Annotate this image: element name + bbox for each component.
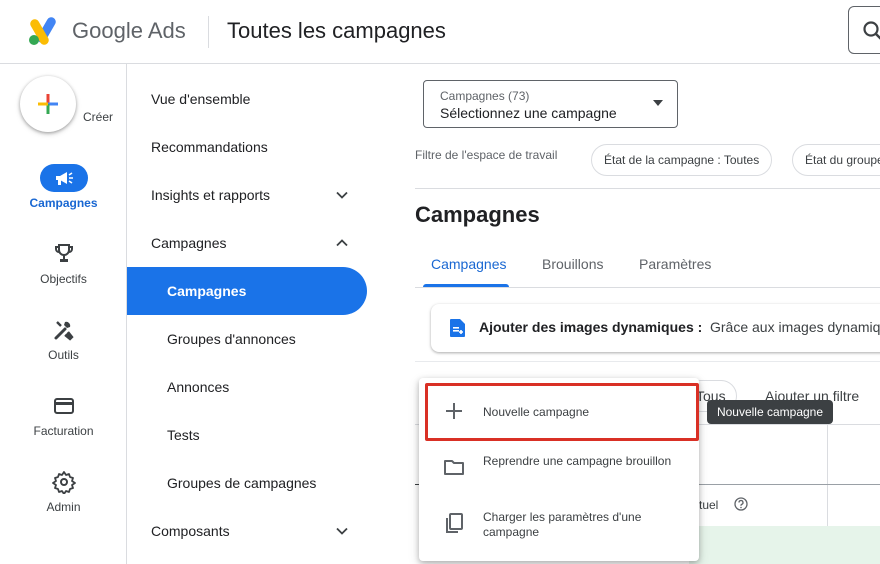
tab-drafts[interactable]: Brouillons (542, 256, 603, 272)
rail-item-campaigns[interactable]: Campagnes (0, 164, 127, 210)
chevron-down-icon (336, 191, 348, 199)
rail-item-label: Admin (46, 500, 81, 514)
google-ads-logo-icon[interactable] (28, 16, 62, 46)
credit-card-icon (53, 398, 74, 414)
create-button[interactable] (20, 76, 76, 132)
tab-campaigns[interactable]: Campagnes (431, 256, 507, 272)
ad-group-status-chip[interactable]: État du groupe (792, 144, 880, 176)
image-add-icon (450, 319, 465, 337)
plus-icon (446, 403, 462, 419)
nav-item-assets[interactable]: Composants (127, 507, 367, 555)
dropdown-arrow-icon (653, 100, 663, 106)
chevron-down-icon (336, 527, 348, 535)
workspace-filter-label: Filtre de l'espace de travail (415, 148, 558, 162)
trophy-icon (54, 244, 73, 262)
nav-item-tests[interactable]: Tests (127, 411, 367, 459)
tab-settings[interactable]: Paramètres (639, 256, 711, 272)
copy-icon (446, 513, 463, 533)
nav-item-ad-groups[interactable]: Groupes d'annonces (127, 315, 367, 363)
search-icon (863, 21, 880, 40)
plus-icon (38, 94, 58, 114)
nav-item-overview[interactable]: Vue d'ensemble (127, 75, 367, 123)
megaphone-icon (55, 172, 73, 185)
section-title: Campagnes (415, 202, 540, 227)
rail-item-tools[interactable]: Outils (0, 316, 127, 362)
gear-icon (51, 471, 76, 494)
folder-icon (444, 460, 464, 475)
rail-item-goals[interactable]: Objectifs (0, 240, 127, 286)
top-app-bar: Google Ads Toutes les campagnes (0, 0, 880, 64)
new-campaign-menu: Nouvelle campagne Reprendre une campagne… (419, 378, 699, 561)
banner-title: Ajouter des images dynamiques : (479, 319, 703, 335)
banner-text: Grâce aux images dynamiques (710, 319, 880, 335)
campaign-count: Campagnes (73) (440, 89, 530, 103)
page-title: Toutes les campagnes (227, 18, 446, 43)
divider (415, 188, 880, 189)
campaign-status-chip[interactable]: État de la campagne : Toutes (591, 144, 773, 176)
header-divider (208, 16, 209, 48)
navigation-rail: Créer Campagnes Objectifs Outils Factura… (0, 64, 127, 564)
rail-item-admin[interactable]: Admin (0, 468, 127, 514)
search-button[interactable] (848, 6, 880, 54)
rail-item-billing[interactable]: Facturation (0, 392, 127, 438)
nav-item-campaigns[interactable]: Campagnes (127, 267, 367, 315)
menu-item-label: Nouvelle campagne (483, 405, 590, 419)
menu-item-label: Charger les paramètres d'une campagne (483, 510, 642, 539)
rail-item-label: Objectifs (40, 272, 87, 286)
nav-item-campaign-groups[interactable]: Groupes de campagnes (127, 459, 367, 507)
nav-item-insights-reports[interactable]: Insights et rapports (127, 171, 367, 219)
tools-icon (54, 321, 74, 341)
menu-item-resume-draft[interactable]: Reprendre une campagne brouillon (419, 440, 699, 496)
create-label: Créer (83, 110, 114, 124)
nav-item-ads[interactable]: Annonces (127, 363, 367, 411)
table-row[interactable] (689, 526, 880, 564)
rail-item-label: Outils (48, 348, 79, 362)
chevron-up-icon (336, 239, 348, 247)
rail-item-label: Campagnes (29, 196, 98, 210)
navigation-drawer: Vue d'ensemble Recommandations Insights … (127, 64, 389, 564)
nav-item-campaigns-group[interactable]: Campagnes (127, 219, 367, 267)
divider (415, 361, 880, 362)
campaign-selector[interactable]: Campagnes (73) Sélectionnez une campagne (423, 80, 678, 128)
menu-item-label: Reprendre une campagne brouillon (483, 454, 672, 468)
nav-item-recommendations[interactable]: Recommandations (127, 123, 367, 171)
menu-item-new-campaign[interactable]: Nouvelle campagne (419, 384, 699, 440)
brand-name[interactable]: Google Ads (72, 18, 186, 44)
table-header-divider (689, 484, 880, 485)
help-icon[interactable] (734, 497, 748, 511)
menu-item-load-settings[interactable]: Charger les paramètres d'une campagne (419, 496, 699, 552)
rail-item-label: Facturation (33, 424, 94, 438)
tooltip: Nouvelle campagne (707, 400, 833, 424)
divider (415, 287, 880, 288)
campaign-selector-value: Sélectionnez une campagne (440, 105, 617, 121)
dynamic-images-banner[interactable]: Ajouter des images dynamiques : Grâce au… (431, 304, 880, 352)
